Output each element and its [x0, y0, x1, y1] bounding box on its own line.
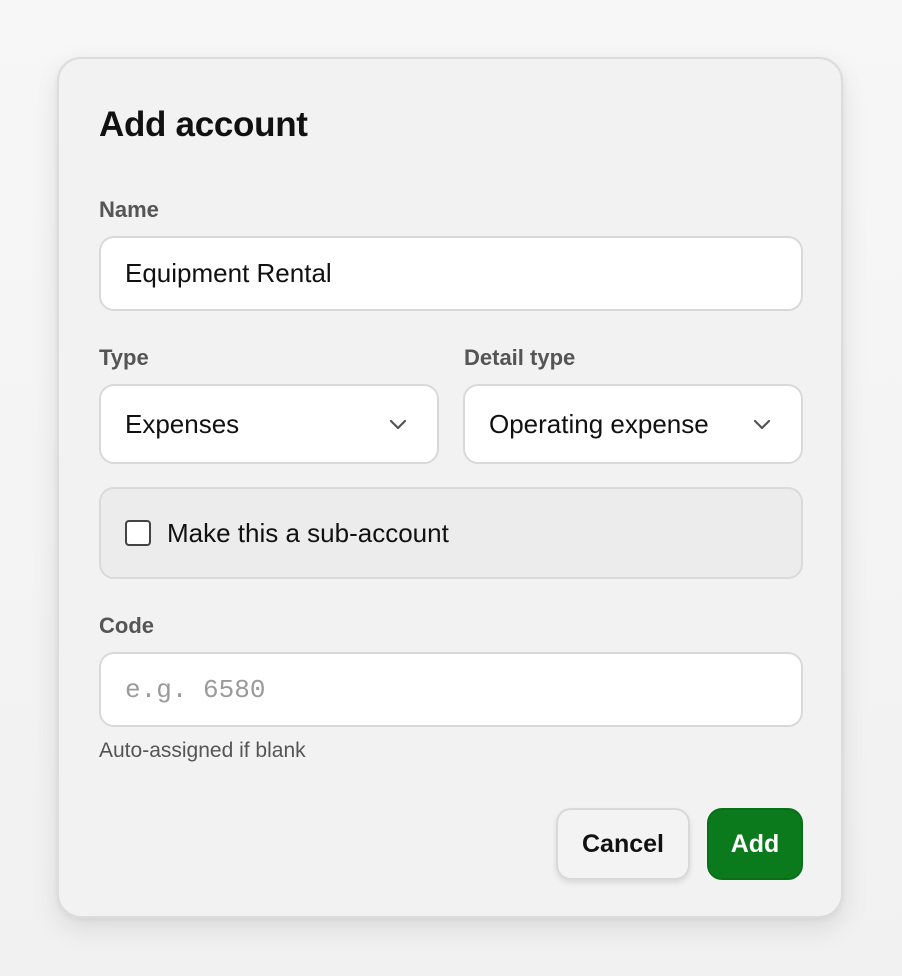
sub-account-checkbox[interactable] — [125, 520, 151, 546]
name-value: Equipment Rental — [125, 258, 332, 288]
add-account-dialog: Add account Name Equipment Rental Type E… — [57, 57, 843, 918]
code-label: Code — [99, 613, 154, 638]
type-select[interactable]: Expenses — [99, 384, 439, 464]
name-label: Name — [99, 197, 159, 222]
dialog-title: Add account — [99, 105, 308, 144]
sub-account-option[interactable]: Make this a sub-account — [99, 487, 803, 579]
add-button[interactable]: Add — [707, 808, 803, 880]
code-field[interactable] — [99, 652, 803, 727]
cancel-button[interactable]: Cancel — [556, 808, 690, 880]
type-label: Type — [99, 345, 149, 370]
code-input[interactable] — [101, 654, 801, 725]
chevron-down-icon — [753, 419, 771, 430]
detail-type-label: Detail type — [464, 345, 576, 370]
type-value: Expenses — [125, 408, 240, 439]
name-field[interactable]: Equipment Rental — [99, 236, 803, 311]
detail-type-value: Operating expense — [489, 408, 709, 439]
sub-account-label[interactable]: Make this a sub-account — [167, 518, 449, 549]
code-hint: Auto-assigned if blank — [99, 739, 306, 762]
detail-type-select[interactable]: Operating expense — [463, 384, 803, 464]
chevron-down-icon — [389, 419, 407, 430]
